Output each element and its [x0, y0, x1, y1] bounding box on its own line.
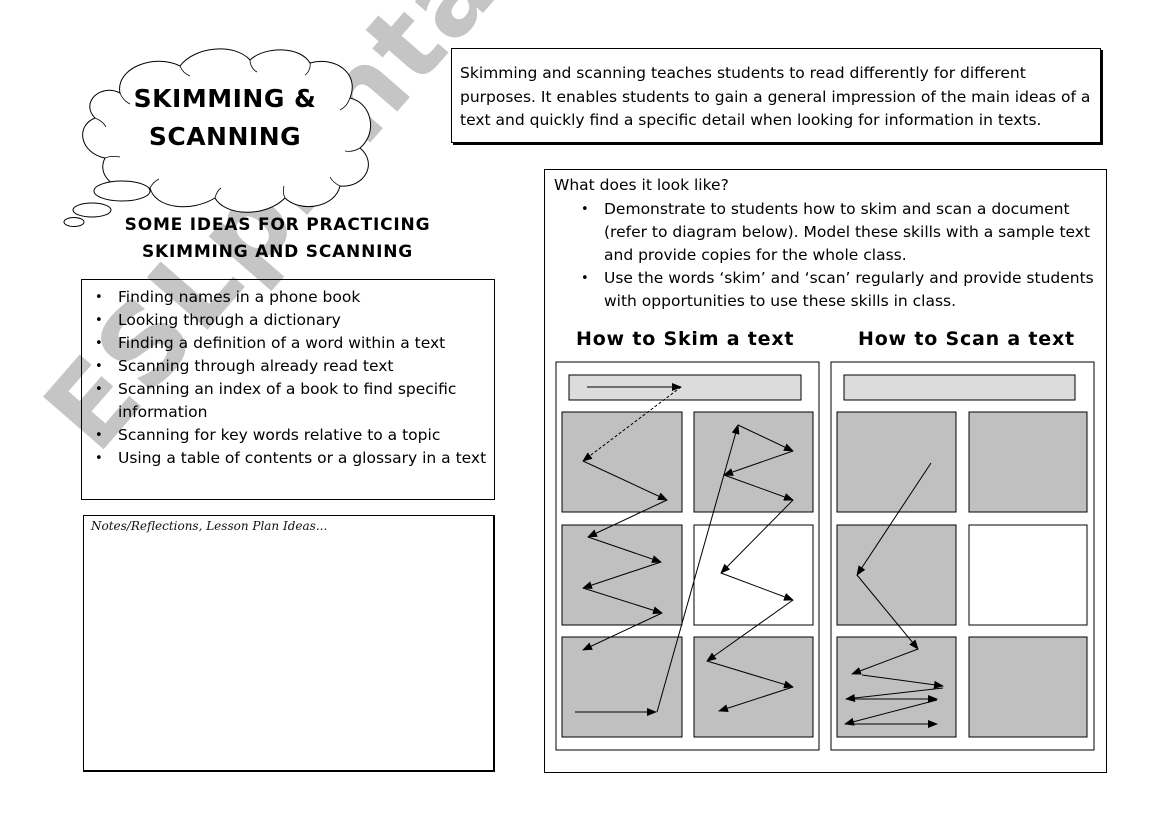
skim-panel — [693, 636, 814, 738]
skim-panel — [561, 411, 683, 513]
scan-panel-blank — [968, 524, 1088, 626]
skim-scan-diagrams — [555, 361, 1095, 751]
scan-panel — [968, 636, 1088, 738]
skim-diagram — [555, 361, 820, 751]
scan-header-bar — [843, 374, 1076, 401]
scan-panel — [836, 636, 957, 738]
scan-panel — [836, 411, 957, 513]
scan-panel — [836, 524, 957, 626]
scan-panel — [968, 411, 1088, 513]
scan-diagram — [830, 361, 1095, 751]
skim-panel — [693, 411, 814, 513]
